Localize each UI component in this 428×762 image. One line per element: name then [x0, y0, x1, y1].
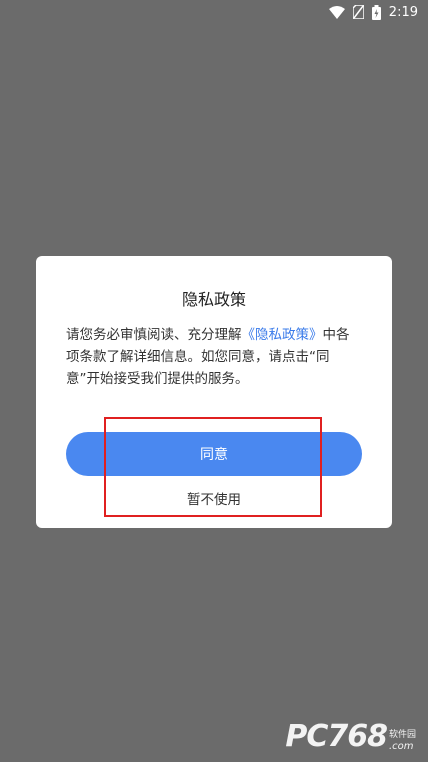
watermark-side: 软件园 .com: [389, 730, 416, 752]
status-time: 2:19: [388, 4, 418, 20]
battery-icon: [371, 4, 381, 20]
privacy-policy-link[interactable]: 《隐私政策》: [242, 327, 323, 343]
watermark-logo: PC768 软件园 .com: [285, 719, 416, 754]
watermark-com: .com: [388, 741, 414, 752]
watermark-cn: 软件园: [388, 730, 416, 740]
dialog-body-text: 请您务必审慎阅读、充分理解: [66, 327, 242, 343]
dialog-title: 隐私政策: [181, 290, 246, 309]
watermark-main: PC768: [285, 719, 388, 754]
sim-icon: [352, 5, 364, 19]
dialog-body: 请您务必审慎阅读、充分理解《隐私政策》中各项条款了解详细信息。如您同意，请点击“…: [66, 324, 362, 390]
wifi-icon: [328, 5, 345, 19]
status-bar: 2:19: [0, 0, 428, 24]
annotation-highlight-box: [104, 417, 322, 517]
